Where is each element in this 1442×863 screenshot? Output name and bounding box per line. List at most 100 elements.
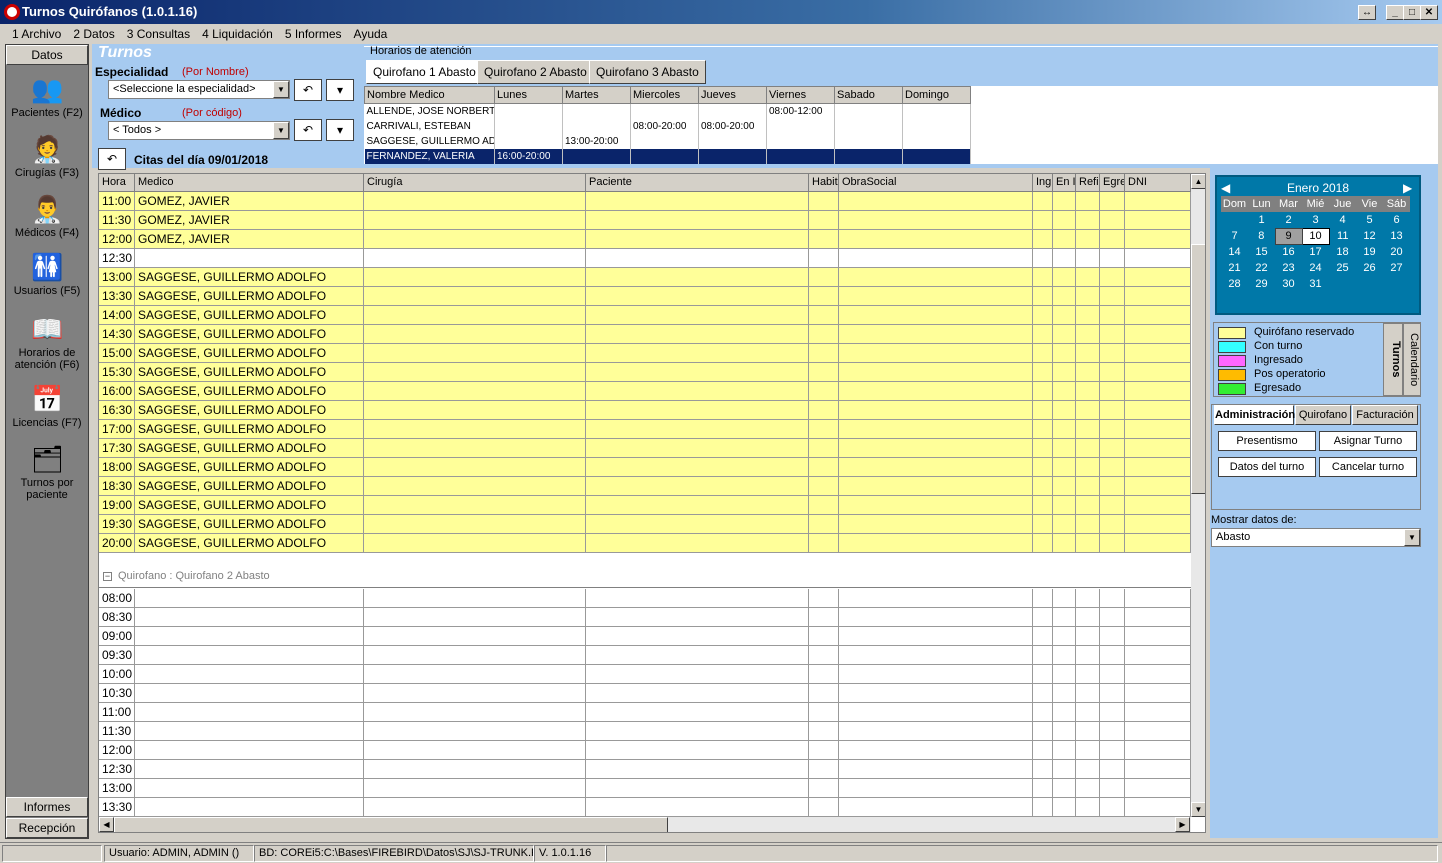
grid-cell[interactable]	[586, 363, 809, 382]
grid-cell[interactable]	[1053, 230, 1076, 249]
grid-cell[interactable]	[1076, 401, 1100, 420]
grid-cell[interactable]	[1100, 249, 1125, 268]
grid-cell[interactable]	[1053, 722, 1076, 741]
grid-cell[interactable]	[1100, 458, 1125, 477]
calendar-day[interactable]: 4	[1329, 212, 1356, 228]
grid-cell[interactable]	[839, 703, 1033, 722]
grid-cell[interactable]	[364, 779, 586, 798]
grid-cell[interactable]	[1053, 306, 1076, 325]
grid-cell[interactable]	[1100, 230, 1125, 249]
grid-col-header[interactable]: En I	[1053, 174, 1076, 192]
grid-cell[interactable]	[839, 760, 1033, 779]
calendar-day[interactable]: 12	[1356, 228, 1383, 244]
calendar-day[interactable]: 20	[1383, 244, 1410, 260]
hora-cell[interactable]: 15:30	[99, 363, 135, 382]
calendar-day[interactable]: 28	[1221, 276, 1248, 292]
grid-cell[interactable]	[1033, 249, 1053, 268]
calendar-day[interactable]: 25	[1329, 260, 1356, 276]
table-row[interactable]: 13:30	[99, 798, 1191, 817]
table-row[interactable]: 18:30 SAGGESE, GUILLERMO ADOLFO	[99, 477, 1191, 496]
hora-cell[interactable]: 18:00	[99, 458, 135, 477]
grid-cell[interactable]	[1125, 211, 1191, 230]
hora-cell[interactable]: 10:00	[99, 665, 135, 684]
grid-cell[interactable]	[586, 779, 809, 798]
calendar[interactable]: ◀ Enero 2018 ▶ Dom Lun Mar Mié Jue Vie Sáb 1 2 3 4…	[1215, 175, 1421, 315]
grid-cell[interactable]	[364, 363, 586, 382]
tab-facturacion[interactable]: Facturación	[1352, 405, 1418, 425]
especialidad-select[interactable]: <Seleccione la especialidad> ▼	[108, 80, 290, 99]
grid-cell[interactable]	[839, 608, 1033, 627]
grid-cell[interactable]	[1100, 665, 1125, 684]
grid-cell[interactable]	[1053, 515, 1076, 534]
grid-cell[interactable]	[1125, 589, 1191, 608]
horizontal-scrollbar[interactable]: ◀ ▶	[99, 817, 1191, 832]
grid-cell[interactable]	[839, 382, 1033, 401]
table-row[interactable]: 12:30	[99, 249, 1191, 268]
calendar-day[interactable]: 23	[1275, 260, 1302, 276]
calendar-day[interactable]: 18	[1329, 244, 1356, 260]
medico-cell[interactable]: SAGGESE, GUILLERMO ADOLFO	[135, 401, 364, 420]
grid-cell[interactable]	[809, 515, 839, 534]
grid-cell[interactable]	[1053, 646, 1076, 665]
medico-cell[interactable]: SAGGESE, GUILLERMO ADOLFO	[135, 306, 364, 325]
calendar-day[interactable]: 27	[1383, 260, 1410, 276]
grid-cell[interactable]	[586, 325, 809, 344]
grid-cell[interactable]	[1033, 268, 1053, 287]
horarios-row[interactable]: FERNANDEZ, VALERIA 16:00-20:00	[364, 148, 971, 164]
medico-cell[interactable]: SAGGESE, GUILLERMO ADOLFO	[135, 287, 364, 306]
grid-cell[interactable]	[839, 420, 1033, 439]
grid-cell[interactable]	[809, 230, 839, 249]
calendar-day[interactable]: 31	[1302, 276, 1329, 292]
grid-cell[interactable]	[839, 401, 1033, 420]
grid-cell[interactable]	[586, 420, 809, 439]
grid-cell[interactable]	[1125, 249, 1191, 268]
calendar-day[interactable]: 3	[1302, 212, 1329, 228]
calendar-day[interactable]: 8	[1248, 228, 1275, 244]
grid-cell[interactable]	[1053, 420, 1076, 439]
medico-cell[interactable]: SAGGESE, GUILLERMO ADOLFO	[135, 420, 364, 439]
grid-cell[interactable]	[364, 420, 586, 439]
grid-cell[interactable]	[586, 760, 809, 779]
hora-cell[interactable]: 16:00	[99, 382, 135, 401]
grid-cell[interactable]	[1076, 760, 1100, 779]
calendar-day[interactable]: 7	[1221, 228, 1248, 244]
grid-cell[interactable]	[586, 382, 809, 401]
horarios-col-header[interactable]: Lunes	[494, 86, 563, 104]
grid-cell[interactable]	[1033, 230, 1053, 249]
grid-cell[interactable]	[1076, 646, 1100, 665]
grid-cell[interactable]	[839, 230, 1033, 249]
grid-cell[interactable]	[1125, 722, 1191, 741]
grid-cell[interactable]	[1100, 268, 1125, 287]
grid-cell[interactable]	[839, 192, 1033, 211]
grid-cell[interactable]	[839, 684, 1033, 703]
hora-cell[interactable]: 08:00	[99, 589, 135, 608]
medico-cell[interactable]: SAGGESE, GUILLERMO ADOLFO	[135, 496, 364, 515]
grid-cell[interactable]	[1125, 268, 1191, 287]
medico-cell[interactable]	[135, 589, 364, 608]
grid-cell[interactable]	[1100, 306, 1125, 325]
hora-cell[interactable]: 16:30	[99, 401, 135, 420]
scroll-right-icon[interactable]: ▶	[1175, 817, 1190, 832]
medico-cell[interactable]: SAGGESE, GUILLERMO ADOLFO	[135, 458, 364, 477]
chevron-down-icon[interactable]: ▼	[273, 81, 289, 98]
grid-cell[interactable]	[1125, 534, 1191, 553]
grid-cell[interactable]	[809, 665, 839, 684]
grid-cell[interactable]	[839, 665, 1033, 684]
scroll-left-icon[interactable]: ◀	[99, 817, 114, 832]
grid-cell[interactable]	[1076, 306, 1100, 325]
grid-cell[interactable]	[839, 515, 1033, 534]
medico-cell[interactable]: SAGGESE, GUILLERMO ADOLFO	[135, 439, 364, 458]
grid-cell[interactable]	[586, 534, 809, 553]
grid-cell[interactable]	[1100, 608, 1125, 627]
grid-cell[interactable]	[586, 703, 809, 722]
table-row[interactable]: 11:00	[99, 703, 1191, 722]
grid-cell[interactable]	[364, 496, 586, 515]
grid-cell[interactable]	[364, 646, 586, 665]
nav-usuarios[interactable]: 🚻 Usuarios (F5)	[6, 251, 88, 297]
grid-cell[interactable]	[1125, 665, 1191, 684]
grid-cell[interactable]	[586, 401, 809, 420]
grid-cell[interactable]	[809, 268, 839, 287]
calendar-day[interactable]: 24	[1302, 260, 1329, 276]
grid-cell[interactable]	[1100, 703, 1125, 722]
horarios-row[interactable]: ALLENDE, JOSE NORBERTO 08:00-12:00	[364, 103, 971, 119]
